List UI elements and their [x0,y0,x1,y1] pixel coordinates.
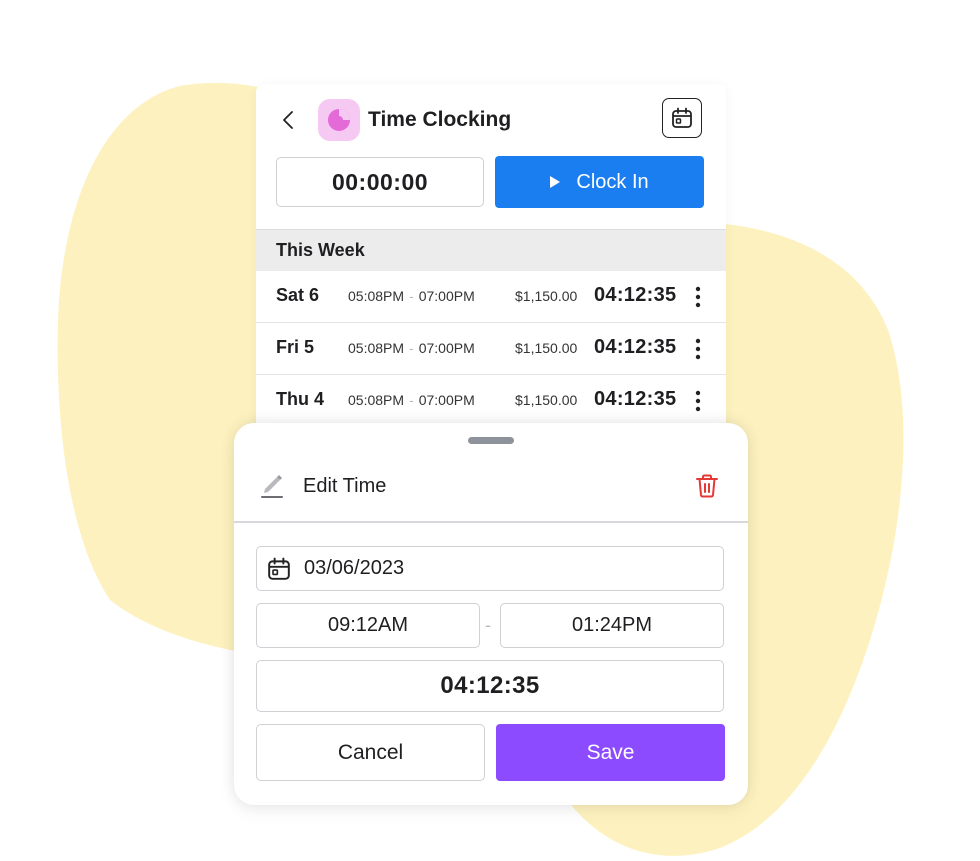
entry-day: Sat 6 [276,285,320,305]
time-entry-row[interactable]: Sat 6 05:08PM -07:00PM $1,150.00 04:12:35 [256,271,726,323]
more-options-icon[interactable] [688,388,708,414]
more-options-icon[interactable] [688,336,708,362]
week-section-header: This Week [256,229,726,271]
date-value: 03/06/2023 [304,557,405,579]
time-entry-row[interactable]: Thu 4 05:08PM -07:00PM $1,150.00 04:12:35 [256,375,726,427]
date-field[interactable]: 03/06/2023 [256,546,724,591]
entry-time-range: 05:08PM -07:00PM [348,340,475,356]
sheet-title: Edit Time [303,475,387,497]
sheet-divider [234,521,748,523]
back-button[interactable] [274,106,302,134]
app-logo-icon [318,99,360,141]
duration-field[interactable]: 04:12:35 [256,660,724,712]
end-time-field[interactable]: 01:24PM [500,603,724,648]
save-button[interactable]: Save [496,724,725,781]
entry-amount: $1,150.00 [515,340,578,356]
calendar-icon [672,107,692,128]
calendar-icon [268,557,290,580]
edit-time-sheet: Edit Time 03/06/2023 09:12AM - 01:24PM 0… [234,423,748,805]
play-icon [550,176,561,188]
sheet-drag-handle[interactable] [468,437,514,444]
chevron-left-icon [283,111,293,129]
pencil-icon [261,475,283,498]
clock-in-label: Clock In [576,170,649,193]
start-time-field[interactable]: 09:12AM [256,603,480,648]
time-entry-row[interactable]: Fri 5 05:08PM -07:00PM $1,150.00 04:12:35 [256,323,726,375]
more-options-icon[interactable] [688,284,708,310]
entry-duration: 04:12:35 [594,388,677,410]
entry-day: Fri 5 [276,337,315,357]
page-title: Time Clocking [368,108,512,131]
timer-display: 00:00:00 [276,157,484,207]
entry-duration: 04:12:35 [594,284,677,306]
time-clocking-card: Time Clocking 00:00:00 Clock In This Wee… [256,84,726,440]
entry-amount: $1,150.00 [515,288,578,304]
entry-amount: $1,150.00 [515,392,578,408]
entry-time-range: 05:08PM -07:00PM [348,288,475,304]
calendar-button[interactable] [662,98,702,138]
time-range-separator: - [485,615,491,635]
entry-duration: 04:12:35 [594,336,677,358]
entry-day: Thu 4 [276,389,324,409]
trash-icon[interactable] [694,473,720,499]
entry-time-range: 05:08PM -07:00PM [348,392,475,408]
clock-in-button[interactable]: Clock In [495,156,704,208]
cancel-button[interactable]: Cancel [256,724,485,781]
